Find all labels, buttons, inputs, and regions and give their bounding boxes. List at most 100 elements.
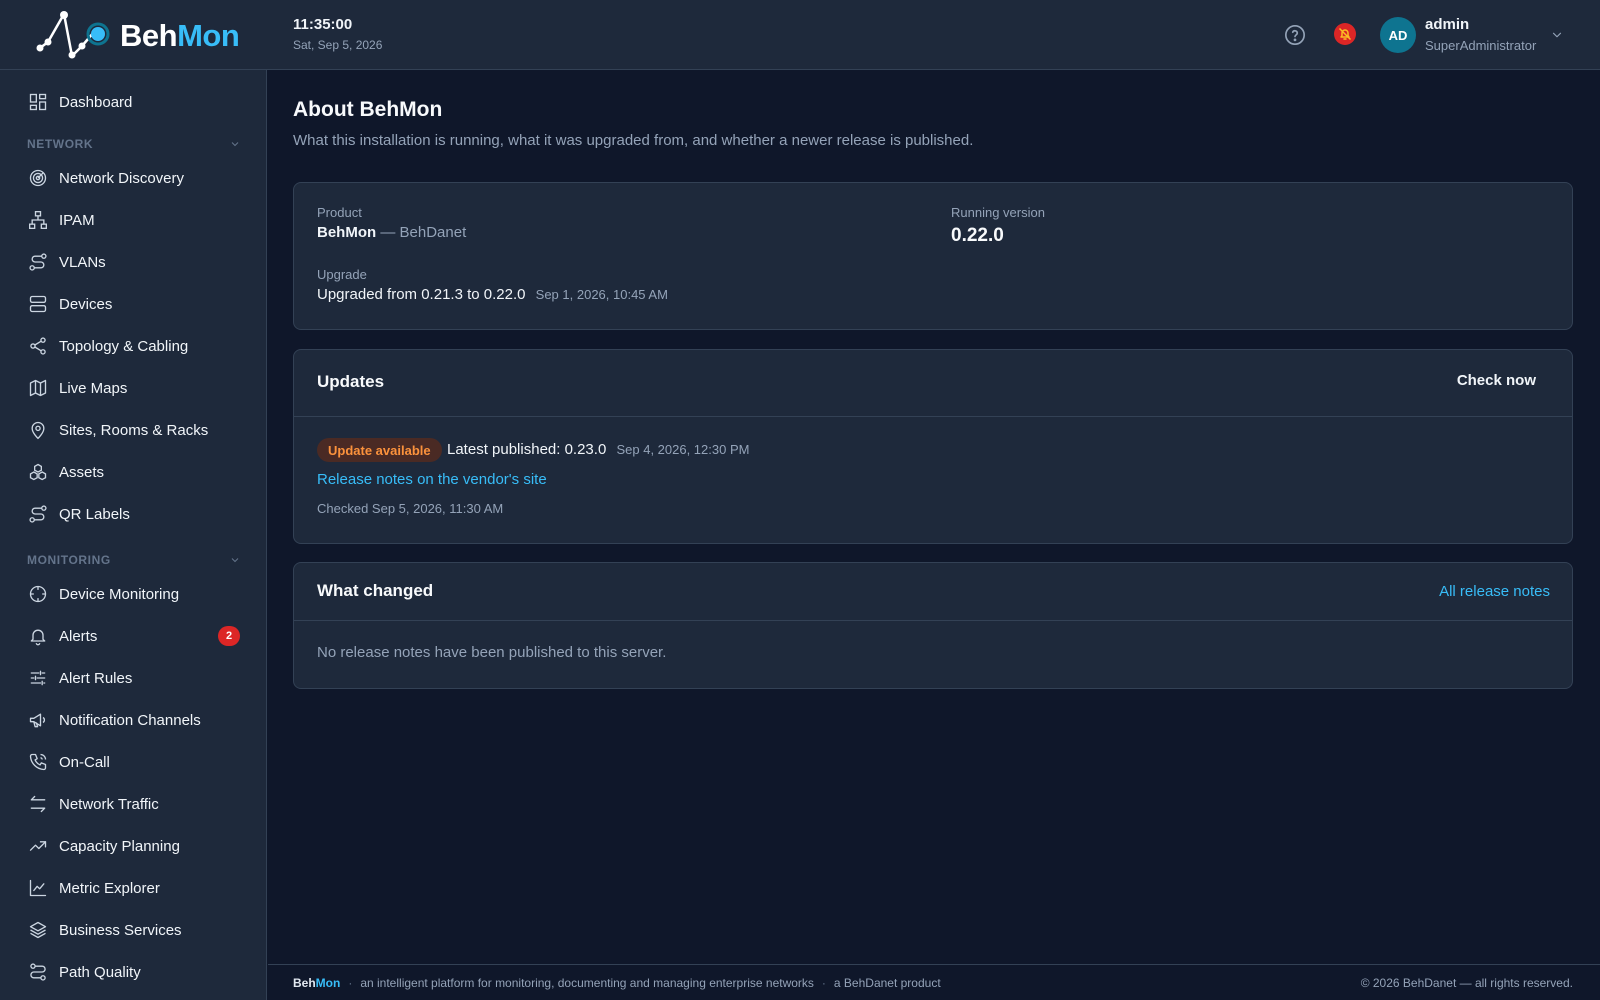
- footer-brand: BehMon: [293, 975, 341, 990]
- updates-card-header: Updates Check now: [294, 350, 1572, 417]
- footer: BehMon · an intelligent platform for mon…: [268, 964, 1600, 1000]
- latest-published: Latest published: 0.23.0 Sep 4, 2026, 12…: [447, 441, 749, 458]
- route-icon: [29, 505, 47, 523]
- sidebar-item-network-discovery[interactable]: Network Discovery: [0, 158, 266, 198]
- sidebar-item-capacity-planning[interactable]: Capacity Planning: [0, 826, 266, 866]
- check-now-button[interactable]: Check now: [1457, 372, 1536, 389]
- all-release-notes-link[interactable]: All release notes: [1439, 583, 1550, 600]
- empty-release-notes: No release notes have been published to …: [317, 644, 667, 661]
- sidebar-item-topology[interactable]: Topology & Cabling: [0, 326, 266, 366]
- page-title: About BehMon: [293, 98, 443, 121]
- app-name: BehMon: [120, 18, 240, 53]
- sidebar-item-live-maps[interactable]: Live Maps: [0, 368, 266, 408]
- sidebar-item-vlans[interactable]: VLANs: [0, 242, 266, 282]
- app-logo[interactable]: BehMon: [34, 10, 244, 62]
- upgrade-label: Upgrade: [317, 267, 367, 282]
- sidebar-item-notification-channels[interactable]: Notification Channels: [0, 700, 266, 740]
- latest-published-text: Latest published: 0.23.0: [447, 441, 607, 458]
- product-value: BehMon — BehDanet: [317, 224, 466, 241]
- sidebar-item-label: Network Discovery: [59, 169, 185, 187]
- server-icon: [29, 295, 47, 313]
- sidebar-item-metric-explorer[interactable]: Metric Explorer: [0, 868, 266, 908]
- sidebar-item-device-monitoring[interactable]: Device Monitoring: [0, 574, 266, 614]
- sidebar-item-label: Devices: [59, 295, 113, 313]
- bell-icon: [30, 629, 46, 646]
- sidebar-item-label: Capacity Planning: [59, 837, 180, 855]
- clock-date: Sat, Sep 5, 2026: [293, 38, 383, 52]
- avatar[interactable]: AD: [1380, 17, 1416, 53]
- bell-muted-icon[interactable]: [1333, 22, 1357, 46]
- sidebar-item-label: Metric Explorer: [59, 879, 160, 897]
- sidebar-item-on-call[interactable]: On-Call: [0, 742, 266, 782]
- map-pin-icon: [31, 421, 45, 440]
- sidebar-item-label: VLANs: [59, 253, 106, 271]
- section-network[interactable]: NETWORK: [27, 134, 241, 154]
- updates-card: Updates Check now Update available Lates…: [293, 349, 1573, 544]
- sidebar-item-label: Sites, Rooms & Racks: [59, 421, 209, 439]
- user-name[interactable]: admin: [1425, 16, 1469, 33]
- about-card: Product BehMon — BehDanet Running versio…: [293, 182, 1573, 330]
- clock-time: 11:35:00: [293, 16, 353, 33]
- sidebar: Dashboard NETWORK Network Discovery IPAM…: [0, 70, 267, 1000]
- chevron-down-icon: [231, 142, 239, 147]
- top-bar: BehMon 11:35:00 Sat, Sep 5, 2026 AD admi…: [0, 0, 1600, 70]
- logo-mark-icon: [36, 11, 110, 59]
- sidebar-item-label: On-Call: [59, 753, 110, 771]
- alerts-count-badge: 2: [218, 626, 240, 646]
- sidebar-item-alerts[interactable]: Alerts 2: [0, 616, 266, 656]
- chevron-down-icon[interactable]: [1550, 28, 1564, 42]
- section-label: MONITORING: [27, 553, 111, 567]
- sidebar-item-alert-rules[interactable]: Alert Rules: [0, 658, 266, 698]
- sidebar-item-label: Network Traffic: [59, 795, 159, 813]
- sidebar-item-qr-labels[interactable]: QR Labels: [0, 494, 266, 534]
- product-vendor: BehDanet: [399, 224, 467, 241]
- product-name: BehMon: [317, 224, 377, 241]
- latest-published-date: Sep 4, 2026, 12:30 PM: [616, 442, 750, 457]
- sidebar-item-label: Alert Rules: [59, 669, 133, 687]
- boxes-icon: [29, 463, 47, 481]
- page-subtitle: What this installation is running, what …: [293, 132, 974, 149]
- sidebar-item-dashboard[interactable]: Dashboard: [0, 82, 266, 122]
- sidebar-item-sites[interactable]: Sites, Rooms & Racks: [0, 410, 266, 450]
- footer-separator: ·: [348, 975, 353, 990]
- sidebar-item-assets[interactable]: Assets: [0, 452, 266, 492]
- sidebar-item-label: Topology & Cabling: [59, 337, 189, 355]
- product-label: Product: [317, 205, 362, 220]
- release-notes-vendor-link[interactable]: Release notes on the vendor's site: [317, 471, 547, 488]
- upgrade-date: Sep 1, 2026, 10:45 AM: [535, 287, 668, 302]
- sidebar-item-devices[interactable]: Devices: [0, 284, 266, 324]
- clock: 11:35:00 Sat, Sep 5, 2026: [293, 16, 382, 52]
- what-changed-title: What changed: [317, 581, 434, 600]
- sidebar-item-label: IPAM: [59, 211, 95, 229]
- footer-tagline: an intelligent platform for monitoring, …: [360, 975, 814, 990]
- megaphone-icon: [29, 713, 46, 728]
- sidebar-item-label: Path Quality: [59, 963, 141, 981]
- sidebar-item-label: Live Maps: [59, 379, 128, 397]
- running-version-label: Running version: [951, 205, 1045, 220]
- share-nodes-icon: [30, 337, 46, 355]
- sidebar-item-ipam[interactable]: IPAM: [0, 200, 266, 240]
- sidebar-item-path-quality[interactable]: Path Quality: [0, 952, 266, 992]
- section-monitoring[interactable]: MONITORING: [27, 550, 241, 570]
- sliders-icon: [30, 670, 46, 686]
- section-label: NETWORK: [27, 137, 94, 151]
- phone-icon: [29, 753, 47, 771]
- upgrade-value: Upgraded from 0.21.3 to 0.22.0 Sep 1, 20…: [317, 286, 668, 303]
- sidebar-item-network-traffic[interactable]: Network Traffic: [0, 784, 266, 824]
- footer-separator: ·: [821, 975, 826, 990]
- upgrade-text: Upgraded from 0.21.3 to 0.22.0: [317, 286, 526, 303]
- line-chart-icon: [29, 879, 47, 897]
- what-changed-header: What changed All release notes: [294, 563, 1572, 621]
- sidebar-item-business-services[interactable]: Business Services: [0, 910, 266, 950]
- path-icon: [30, 963, 46, 981]
- user-role: SuperAdministrator: [1425, 38, 1537, 53]
- layers-icon: [29, 921, 47, 939]
- sidebar-item-label: Device Monitoring: [59, 585, 180, 603]
- route-icon: [29, 253, 47, 271]
- network-tree-icon: [28, 211, 47, 229]
- dashboard-icon: [29, 93, 47, 111]
- sidebar-item-label: Dashboard: [59, 93, 133, 111]
- help-icon[interactable]: [1284, 24, 1306, 46]
- arrows-swap-icon: [30, 795, 46, 813]
- updates-title: Updates: [317, 372, 385, 391]
